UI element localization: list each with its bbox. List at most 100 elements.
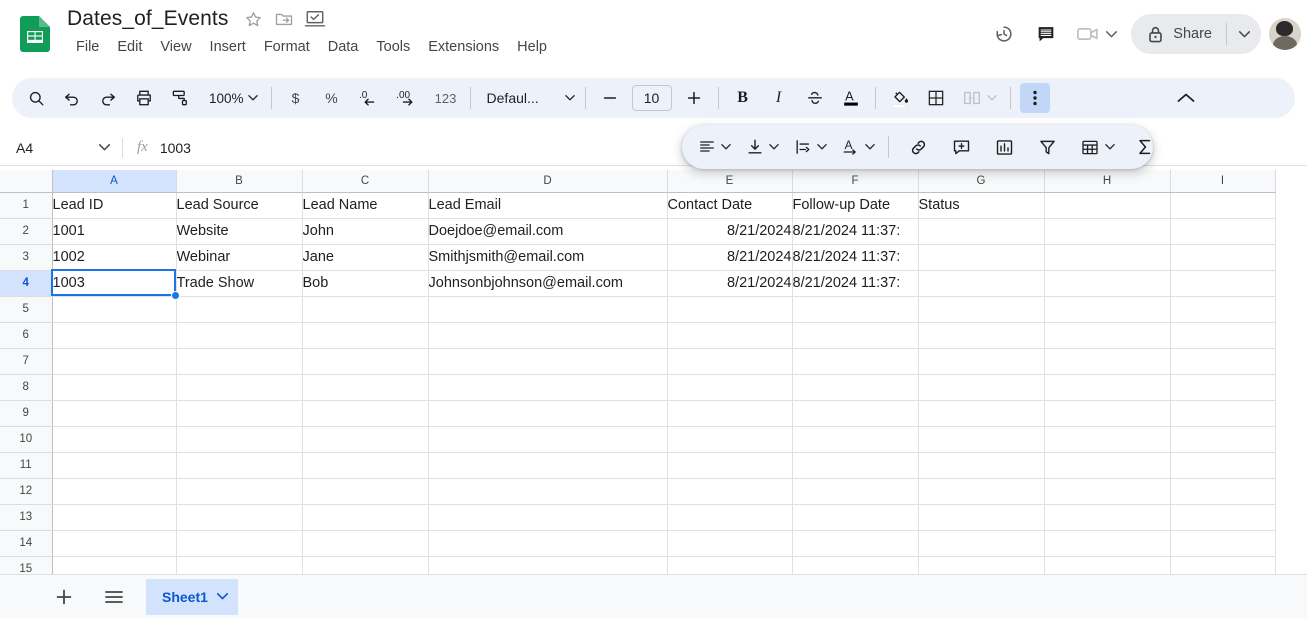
cell-B15[interactable]	[176, 556, 303, 574]
menu-insert[interactable]: Insert	[202, 37, 254, 57]
cell-H4[interactable]	[1044, 270, 1171, 297]
menu-file[interactable]: File	[68, 37, 107, 57]
row-header-12[interactable]: 12	[0, 478, 53, 505]
cell-C8[interactable]	[302, 374, 429, 401]
row-header-6[interactable]: 6	[0, 322, 53, 349]
cell-I5[interactable]	[1170, 296, 1276, 323]
all-sheets-button[interactable]	[96, 579, 132, 615]
cell-G14[interactable]	[918, 530, 1045, 557]
italic-icon[interactable]: I	[764, 83, 794, 113]
row-header-11[interactable]: 11	[0, 452, 53, 479]
cell-C5[interactable]	[302, 296, 429, 323]
cell-E14[interactable]	[667, 530, 793, 557]
cell-E3[interactable]: 8/21/2024	[667, 244, 793, 271]
menu-edit[interactable]: Edit	[109, 37, 150, 57]
cell-B3[interactable]: Webinar	[176, 244, 303, 271]
horizontal-align-icon[interactable]	[693, 132, 735, 162]
cell-G6[interactable]	[918, 322, 1045, 349]
cell-H15[interactable]	[1044, 556, 1171, 574]
select-all-corner[interactable]	[0, 170, 53, 193]
cell-A13[interactable]	[52, 504, 177, 531]
cell-I13[interactable]	[1170, 504, 1276, 531]
cell-H13[interactable]	[1044, 504, 1171, 531]
cell-E6[interactable]	[667, 322, 793, 349]
cell-A3[interactable]: 1002	[52, 244, 177, 271]
col-header-D[interactable]: D	[428, 170, 668, 193]
cell-H14[interactable]	[1044, 530, 1171, 557]
cell-E7[interactable]	[667, 348, 793, 375]
share-button[interactable]: Share	[1131, 14, 1226, 54]
font-family-select[interactable]: Defaul...	[477, 83, 579, 113]
cell-D14[interactable]	[428, 530, 668, 557]
row-header-5[interactable]: 5	[0, 296, 53, 323]
cell-G12[interactable]	[918, 478, 1045, 505]
cell-B9[interactable]	[176, 400, 303, 427]
cell-I7[interactable]	[1170, 348, 1276, 375]
decrease-decimal-icon[interactable]: .0	[353, 83, 385, 113]
row-header-3[interactable]: 3	[0, 244, 53, 271]
cell-G4[interactable]	[918, 270, 1045, 297]
cell-F8[interactable]	[792, 374, 919, 401]
cell-B10[interactable]	[176, 426, 303, 453]
cell-A1[interactable]: Lead ID	[52, 192, 177, 219]
menu-format[interactable]: Format	[256, 37, 318, 57]
cell-D8[interactable]	[428, 374, 668, 401]
cell-A11[interactable]	[52, 452, 177, 479]
cell-H1[interactable]	[1044, 192, 1171, 219]
cell-C12[interactable]	[302, 478, 429, 505]
cell-B2[interactable]: Website	[176, 218, 303, 245]
cell-F14[interactable]	[792, 530, 919, 557]
cell-A14[interactable]	[52, 530, 177, 557]
cell-E5[interactable]	[667, 296, 793, 323]
cell-H11[interactable]	[1044, 452, 1171, 479]
cell-I14[interactable]	[1170, 530, 1276, 557]
cell-H12[interactable]	[1044, 478, 1171, 505]
cell-F11[interactable]	[792, 452, 919, 479]
version-history-icon[interactable]	[984, 14, 1024, 54]
cell-I2[interactable]	[1170, 218, 1276, 245]
cell-C11[interactable]	[302, 452, 429, 479]
cell-F2[interactable]: 8/21/2024 11:37:	[792, 218, 919, 245]
row-header-15[interactable]: 15	[0, 556, 53, 574]
cell-E9[interactable]	[667, 400, 793, 427]
increase-decimal-icon[interactable]: .00	[391, 83, 425, 113]
cell-H7[interactable]	[1044, 348, 1171, 375]
menu-help[interactable]: Help	[509, 37, 555, 57]
cell-D11[interactable]	[428, 452, 668, 479]
cell-C9[interactable]	[302, 400, 429, 427]
fill-handle[interactable]	[171, 291, 180, 300]
print-icon[interactable]	[129, 83, 159, 113]
undo-icon[interactable]	[57, 83, 87, 113]
cell-F12[interactable]	[792, 478, 919, 505]
currency-icon[interactable]: $	[281, 83, 311, 113]
row-header-13[interactable]: 13	[0, 504, 53, 531]
cell-A5[interactable]	[52, 296, 177, 323]
cell-D1[interactable]: Lead Email	[428, 192, 668, 219]
cell-D10[interactable]	[428, 426, 668, 453]
insert-link-icon[interactable]	[903, 132, 933, 162]
cell-I15[interactable]	[1170, 556, 1276, 574]
redo-icon[interactable]	[93, 83, 123, 113]
cell-B7[interactable]	[176, 348, 303, 375]
cell-C10[interactable]	[302, 426, 429, 453]
cell-F15[interactable]	[792, 556, 919, 574]
comment-icon[interactable]	[1026, 14, 1066, 54]
col-header-F[interactable]: F	[792, 170, 919, 193]
cell-B14[interactable]	[176, 530, 303, 557]
cell-E8[interactable]	[667, 374, 793, 401]
document-status-icon[interactable]	[302, 6, 328, 32]
cell-I8[interactable]	[1170, 374, 1276, 401]
cell-G5[interactable]	[918, 296, 1045, 323]
cell-G8[interactable]	[918, 374, 1045, 401]
merge-cells-icon[interactable]	[957, 83, 1001, 113]
col-header-G[interactable]: G	[918, 170, 1045, 193]
fill-color-icon[interactable]	[885, 83, 915, 113]
name-box[interactable]: A4	[8, 135, 118, 161]
text-rotation-icon[interactable]: A	[837, 132, 879, 162]
cell-A12[interactable]	[52, 478, 177, 505]
cell-E1[interactable]: Contact Date	[667, 192, 793, 219]
col-header-B[interactable]: B	[176, 170, 303, 193]
sheet-tab-sheet1[interactable]: Sheet1	[146, 578, 238, 615]
text-wrapping-icon[interactable]	[789, 132, 831, 162]
cell-F5[interactable]	[792, 296, 919, 323]
